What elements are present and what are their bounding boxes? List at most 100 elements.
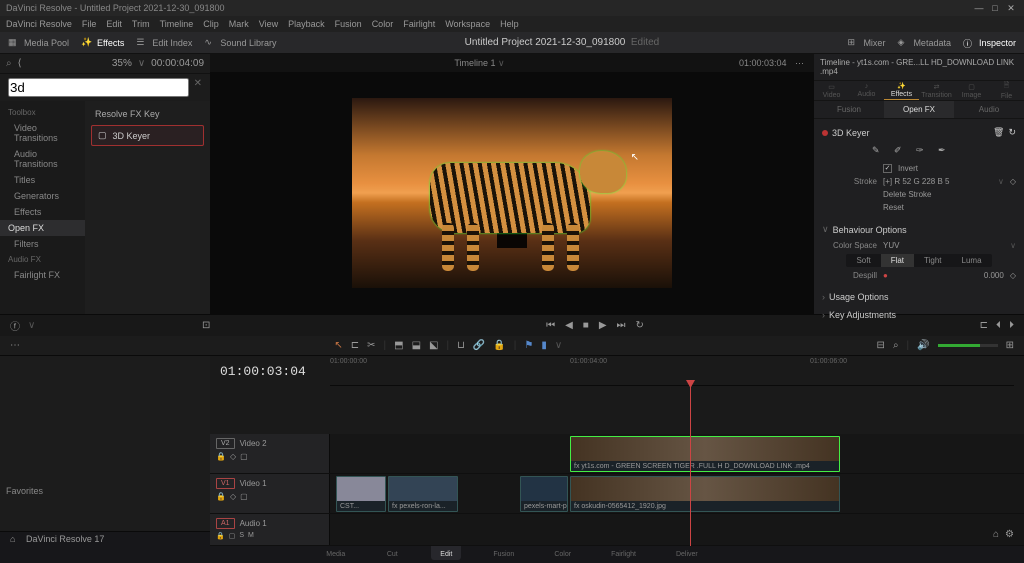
cat-video-transitions[interactable]: Video Transitions xyxy=(0,120,85,146)
menu-fairlight[interactable]: Fairlight xyxy=(403,19,435,29)
insp-tab-file[interactable]: 🗎File xyxy=(989,81,1024,100)
prev-frame-icon[interactable]: ◀ xyxy=(565,320,573,331)
reset-button[interactable]: Reset xyxy=(883,203,904,212)
clip-pexels-mart[interactable]: pexels-mart-produc... xyxy=(520,476,568,512)
eyedropper-icon[interactable]: ✎ xyxy=(872,145,886,159)
mode-soft[interactable]: Soft xyxy=(846,254,880,267)
first-frame-icon[interactable]: ⏮ xyxy=(546,320,555,331)
cat-titles[interactable]: Titles xyxy=(0,172,85,188)
stop-icon[interactable]: ■ xyxy=(583,320,589,331)
delete-stroke-button[interactable]: Delete Stroke xyxy=(883,190,931,199)
arrow-tool-icon[interactable]: ↖ xyxy=(334,340,342,351)
favorites-label[interactable]: Favorites xyxy=(6,486,43,496)
cat-audio-transitions[interactable]: Audio Transitions xyxy=(0,146,85,172)
effects-button[interactable]: ✨Effects xyxy=(81,37,124,49)
pen-icon[interactable]: ✒ xyxy=(938,145,952,159)
overwrite-icon[interactable]: ⬓ xyxy=(412,340,421,351)
plus-dropper-icon[interactable]: ✐ xyxy=(894,145,908,159)
mode-tight[interactable]: Tight xyxy=(914,254,952,267)
cat-openfx[interactable]: Open FX xyxy=(0,220,85,236)
trash-icon[interactable]: 🗑 xyxy=(993,127,1004,138)
usage-header[interactable]: Usage Options xyxy=(829,292,889,302)
stroke-value[interactable]: [+] R 52 G 228 B 5 xyxy=(883,177,992,186)
loop-icon[interactable]: ↻ xyxy=(636,320,644,331)
cat-toolbox[interactable]: Toolbox xyxy=(0,105,85,120)
despill-value[interactable]: 0.000 xyxy=(984,271,1004,280)
cat-filters[interactable]: Filters xyxy=(0,236,85,252)
toggle-icon[interactable]: ◇ xyxy=(230,452,236,461)
lock-icon[interactable]: 🔒 xyxy=(216,492,226,501)
reset-icon[interactable]: ↻ xyxy=(1008,127,1016,138)
menu-view[interactable]: View xyxy=(259,19,278,29)
behaviour-header[interactable]: Behaviour Options xyxy=(833,225,907,235)
menu-davinci[interactable]: DaVinci Resolve xyxy=(6,19,72,29)
snap-icon[interactable]: ⊔ xyxy=(457,340,465,351)
clip-cst[interactable]: CST... xyxy=(336,476,386,512)
mode-luma[interactable]: Luma xyxy=(952,254,992,267)
menu-clip[interactable]: Clip xyxy=(203,19,219,29)
project-manager-icon[interactable]: ⌂ xyxy=(993,529,999,540)
menu-workspace[interactable]: Workspace xyxy=(445,19,490,29)
minimize-icon[interactable]: — xyxy=(972,1,986,15)
keyadj-header[interactable]: Key Adjustments xyxy=(829,310,896,320)
play-icon[interactable]: ▶ xyxy=(599,320,607,331)
viewer-timecode[interactable]: 01:00:03:04 xyxy=(739,58,787,68)
settings-icon[interactable]: ⚙ xyxy=(1005,529,1014,540)
lock-icon[interactable]: 🔒 xyxy=(216,452,226,461)
trim-tool-icon[interactable]: ⊏ xyxy=(351,340,359,351)
cat-fairlightfx[interactable]: Fairlight FX xyxy=(0,267,85,283)
zoom-value[interactable]: 35% xyxy=(112,58,132,69)
menu-edit[interactable]: Edit xyxy=(106,19,122,29)
clip-sunset[interactable]: fx oskudin-0565412_1920.jpg xyxy=(570,476,840,512)
media-pool-button[interactable]: ▦Media Pool xyxy=(8,37,69,49)
clear-search-icon[interactable]: ✕ xyxy=(194,78,202,89)
inspector-button[interactable]: ⓘInspector xyxy=(963,37,1016,49)
timeline-ruler[interactable]: 01:00:00:00 01:00:04:00 01:00:06:00 xyxy=(330,356,1014,386)
insert-icon[interactable]: ⬒ xyxy=(394,340,403,351)
fx-3d-keyer[interactable]: ▢ 3D Keyer xyxy=(91,125,204,146)
volume-slider[interactable] xyxy=(938,344,998,347)
toggle-icon[interactable]: ◇ xyxy=(230,492,236,501)
viewer-menu-icon[interactable]: ⋯ xyxy=(795,58,804,68)
cat-effects[interactable]: Effects xyxy=(0,204,85,220)
mute-icon[interactable]: ▢ xyxy=(240,492,248,501)
next-edit-icon[interactable]: ⏵ xyxy=(1009,320,1014,331)
search-tl-icon[interactable]: ⌕ xyxy=(893,340,899,351)
insp-tab-video[interactable]: ▭Video xyxy=(814,81,849,100)
speaker-icon[interactable]: 🔊 xyxy=(917,340,929,351)
menu-help[interactable]: Help xyxy=(500,19,519,29)
solo-icon[interactable]: ▢ xyxy=(229,532,236,540)
blade-tool-icon[interactable]: ✂ xyxy=(367,340,375,351)
menu-color[interactable]: Color xyxy=(372,19,394,29)
transform-icon[interactable]: ⊡ xyxy=(202,320,210,331)
keyframe-icon[interactable]: ◇ xyxy=(1010,271,1016,280)
customize-icon[interactable]: ⊞ xyxy=(1006,340,1014,351)
zoom-slider-icon[interactable]: ⊟ xyxy=(877,340,885,351)
search-input[interactable] xyxy=(8,78,189,97)
insp-tab-audio[interactable]: ♪Audio xyxy=(849,81,884,100)
insp-tab-transition[interactable]: ⇄Transition xyxy=(919,81,954,100)
menu-trim[interactable]: Trim xyxy=(132,19,150,29)
sound-library-button[interactable]: ∿Sound Library xyxy=(204,37,276,49)
subtab-openfx[interactable]: Open FX xyxy=(884,101,954,118)
menu-fusion[interactable]: Fusion xyxy=(335,19,362,29)
lock-icon[interactable]: 🔒 xyxy=(493,340,505,351)
options-icon[interactable]: ⋯ xyxy=(10,340,20,351)
menu-mark[interactable]: Mark xyxy=(229,19,249,29)
subtab-audio[interactable]: Audio xyxy=(954,101,1024,118)
menu-file[interactable]: File xyxy=(82,19,97,29)
prev-edit-icon[interactable]: ⏴ xyxy=(996,320,1001,331)
viewer-canvas[interactable]: ↖ xyxy=(210,72,814,314)
menu-timeline[interactable]: Timeline xyxy=(160,19,194,29)
mixer-button[interactable]: ⊞Mixer xyxy=(847,37,885,49)
playhead[interactable] xyxy=(690,386,691,546)
close-icon[interactable]: ✕ xyxy=(1004,1,1018,15)
next-frame-icon[interactable]: ⏭ xyxy=(617,320,626,331)
mute-icon[interactable]: ▢ xyxy=(240,452,248,461)
home-icon[interactable]: ⌂ xyxy=(10,534,20,544)
insp-tab-image[interactable]: ▢Image xyxy=(954,81,989,100)
menu-playback[interactable]: Playback xyxy=(288,19,325,29)
edit-index-button[interactable]: ☰Edit Index xyxy=(136,37,192,49)
invert-checkbox[interactable]: ✓ xyxy=(883,164,892,173)
replace-icon[interactable]: ⬕ xyxy=(429,340,438,351)
